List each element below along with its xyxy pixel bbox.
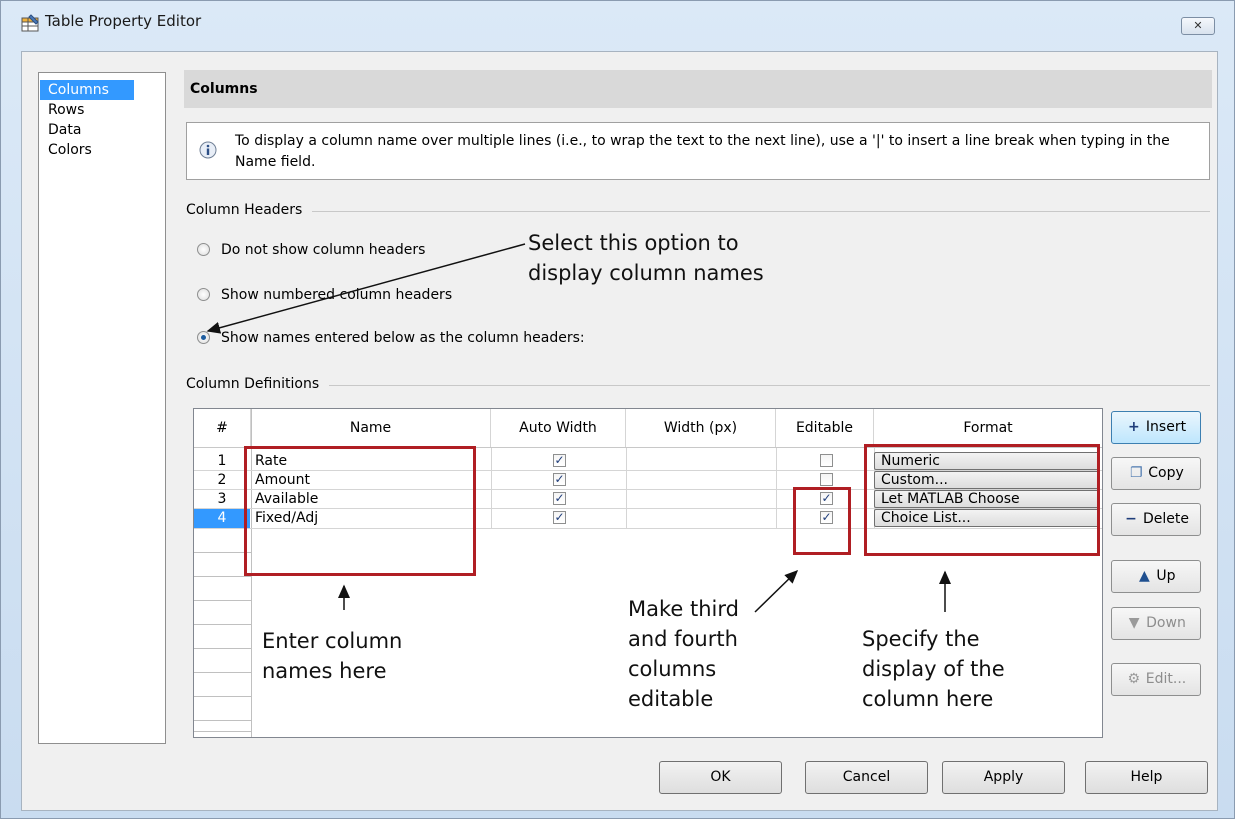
annotation-line: Select this option to	[528, 231, 739, 255]
annotation-select-option: Select this option to display column nam…	[528, 228, 764, 288]
annotation-line: columns	[628, 657, 717, 681]
annotation-line: column here	[862, 687, 994, 711]
annotation-line: editable	[628, 687, 714, 711]
annotation-line: display column names	[528, 261, 764, 285]
annotation-enter-names: Enter column names here	[262, 626, 402, 686]
arrow-to-radio-option	[206, 243, 526, 334]
annotation-line: and fourth	[628, 627, 738, 651]
annotation-make-editable: Make third and fourth columns editable	[628, 594, 739, 714]
annotation-line: Make third	[628, 597, 739, 621]
annotation-line: Enter column	[262, 629, 403, 653]
annotation-line: Specify the	[862, 627, 980, 651]
annotation-arrows	[206, 243, 951, 613]
annotation-line: names here	[262, 659, 387, 683]
annotation-line: display of the	[862, 657, 1005, 681]
annotation-specify-display: Specify the display of the column here	[862, 624, 1005, 714]
arrow-to-editable-column	[754, 569, 799, 613]
